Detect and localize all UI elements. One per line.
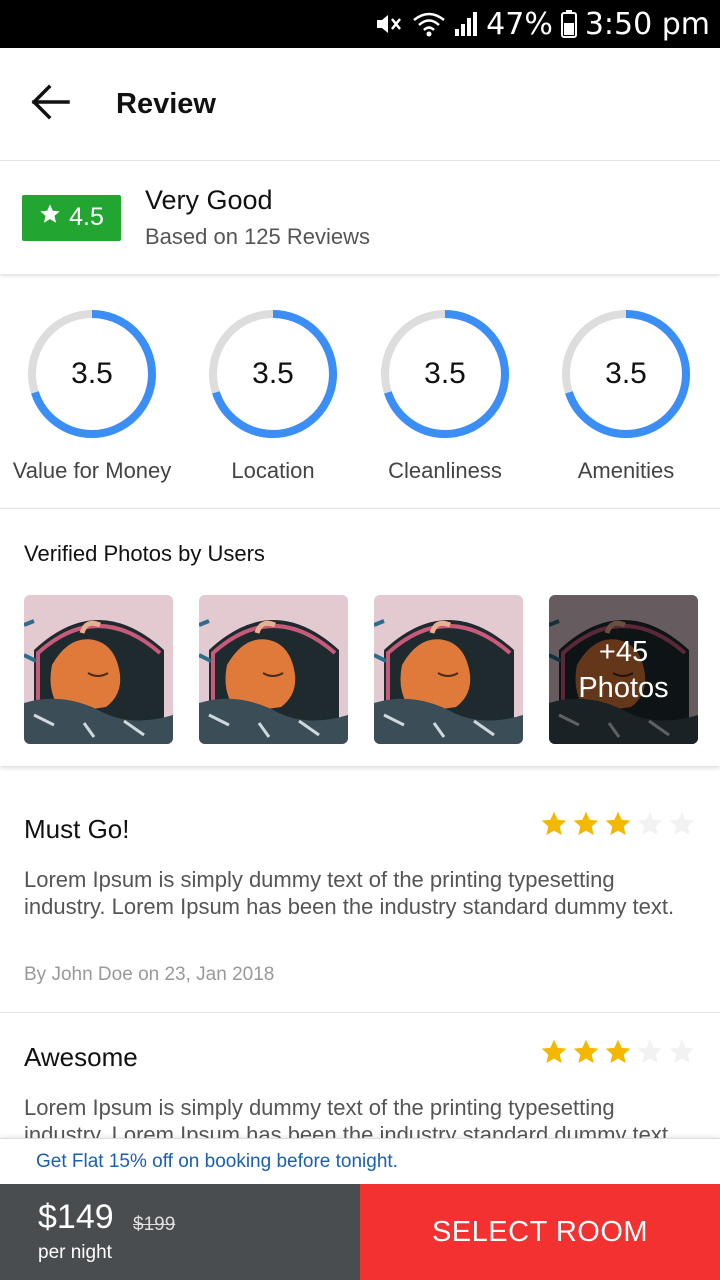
rating-label: Very Good [145,185,273,215]
verified-photos-card: Verified Photos by Users +45 Photos [0,508,720,766]
review-count: Based on 125 Reviews [145,224,371,249]
star-filled-icon [605,1039,631,1064]
price-box: $149 $199 per night [0,1184,360,1280]
offer-banner: Get Flat 15% off on booking before tonig… [0,1138,720,1184]
select-room-button[interactable]: SELECT ROOM [360,1184,720,1280]
review-item: Awesome Lorem Ipsum is simply dummy text… [0,1013,720,1138]
mute-icon [374,11,404,37]
category-label: Location [231,458,315,483]
review-title: Must Go! [24,814,130,844]
photo-image [374,595,523,744]
category-amenities: 3.5 Amenities [536,296,716,484]
signal-icon [454,11,478,37]
price-current: $149 [38,1198,114,1236]
more-photos-overlay: +45 Photos [549,595,698,744]
category-label: Value for Money [12,458,172,483]
photo-image [24,595,173,744]
star-empty-icon [637,811,663,836]
user-photo[interactable] [374,595,523,744]
star-filled-icon [541,1039,567,1064]
review-author-date: By John Doe on 23, Jan 2018 [24,964,275,985]
star-empty-icon [669,1039,695,1064]
category-cleanliness: 3.5 Cleanliness [355,296,535,484]
review-item: Must Go! Lorem Ipsum is simply dummy tex… [0,790,720,1012]
star-filled-icon [573,811,599,836]
offer-text: Get Flat 15% off on booking before tonig… [36,1150,398,1172]
status-bar: 47% 3:50 pm [0,0,720,48]
user-photo[interactable] [24,595,173,744]
rating-summary-card: 4.5 Very Good Based on 125 Reviews [0,160,720,274]
rating-ring: 3.5 [560,308,692,440]
rating-ring-value: 3.5 [605,357,647,390]
rating-ring: 3.5 [207,308,339,440]
category-label: Cleanliness [388,458,502,483]
star-filled-icon [573,1039,599,1064]
user-photo[interactable] [199,595,348,744]
battery-icon [560,10,577,38]
category-label: Amenities [577,458,675,483]
booking-bar: $149 $199 per night SELECT ROOM [0,1184,720,1280]
review-body: Lorem Ipsum is simply dummy text of the … [24,1095,675,1138]
category-ratings: 3.5 Value for Money 3.5 Location 3.5 Cle… [0,296,720,496]
price-original: $199 [133,1214,176,1235]
battery-percent: 47% [486,6,553,42]
price-unit: per night [38,1242,112,1263]
category-value-for-money: 3.5 Value for Money [2,296,182,484]
review-stars [540,810,696,838]
overall-rating-value: 4.5 [69,203,104,231]
star-empty-icon [637,1039,663,1064]
back-button[interactable] [0,48,100,160]
star-filled-icon [605,811,631,836]
rating-ring-value: 3.5 [424,357,466,390]
review-body: Lorem Ipsum is simply dummy text of the … [24,867,675,919]
photos-title: Verified Photos by Users [24,541,265,566]
star-icon [39,203,61,232]
rating-ring-value: 3.5 [252,357,294,390]
more-photos-count: +45 [598,635,649,668]
star-filled-icon [541,811,567,836]
star-empty-icon [669,811,695,836]
wifi-icon [412,11,446,37]
page-title: Review [116,87,216,120]
overall-rating-badge: 4.5 [22,194,121,241]
rating-ring-value: 3.5 [71,357,113,390]
arrow-left-icon [30,84,70,125]
clock: 3:50 pm [584,6,710,42]
review-stars [540,1038,696,1066]
more-photos-tile[interactable]: +45 Photos [549,595,698,744]
review-title: Awesome [24,1042,138,1072]
rating-ring: 3.5 [26,308,158,440]
photo-image [199,595,348,744]
rating-ring: 3.5 [379,308,511,440]
category-location: 3.5 Location [183,296,363,484]
app-bar: Review [0,48,720,160]
more-photos-label: Photos [578,671,669,704]
